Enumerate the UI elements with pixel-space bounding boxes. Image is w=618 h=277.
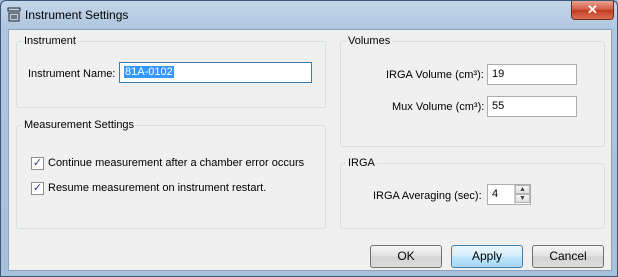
instrument-name-value: 81A-0102: [124, 66, 174, 78]
window-title: Instrument Settings: [25, 8, 129, 22]
cancel-button[interactable]: Cancel: [532, 245, 604, 268]
irga-volume-value: 19: [492, 68, 505, 80]
instrument-name-input[interactable]: 81A-0102: [119, 62, 312, 83]
resume-measurement-checkbox[interactable]: ✓: [31, 182, 44, 195]
measurement-settings-group: Measurement Settings ✓ Continue measurem…: [16, 119, 326, 229]
irga-averaging-value: 4: [492, 188, 499, 200]
dialog-body: Instrument Instrument Name: 81A-0102 Mea…: [8, 29, 612, 271]
irga-group-label: IRGA: [346, 157, 377, 169]
instrument-settings-window: Instrument Settings ✕ Instrument Instrum…: [0, 0, 618, 277]
instrument-group: Instrument Instrument Name: 81A-0102: [16, 35, 326, 108]
resume-measurement-label[interactable]: Resume measurement on instrument restart…: [48, 182, 266, 194]
checkmark-icon: ✓: [32, 182, 43, 194]
volumes-group-label: Volumes: [346, 35, 393, 47]
checkmark-icon: ✓: [32, 157, 43, 169]
instrument-icon: [7, 7, 21, 22]
volumes-group: Volumes IRGA Volume (cm³): 19 Mux Volume…: [340, 35, 605, 147]
apply-button[interactable]: Apply: [451, 245, 523, 268]
ok-button[interactable]: OK: [370, 245, 442, 268]
instrument-name-label: Instrument Name:: [28, 68, 116, 80]
close-icon: ✕: [587, 2, 598, 17]
title-bar[interactable]: Instrument Settings ✕: [1, 1, 617, 29]
mux-volume-value: 55: [492, 100, 505, 112]
spin-up-icon[interactable]: ▲: [515, 185, 530, 194]
instrument-group-label: Instrument: [22, 35, 78, 47]
mux-volume-label: Mux Volume (cm³):: [392, 101, 485, 113]
spin-down-icon[interactable]: ▼: [515, 194, 530, 203]
close-button[interactable]: ✕: [571, 1, 614, 20]
irga-averaging-label: IRGA Averaging (sec):: [373, 190, 482, 202]
continue-measurement-checkbox[interactable]: ✓: [31, 157, 44, 170]
continue-measurement-label[interactable]: Continue measurement after a chamber err…: [48, 157, 304, 169]
irga-averaging-spinner[interactable]: ▲ ▼: [514, 185, 530, 204]
mux-volume-input[interactable]: 55: [487, 96, 577, 117]
measurement-settings-label: Measurement Settings: [22, 119, 137, 131]
irga-volume-label: IRGA Volume (cm³):: [386, 69, 484, 81]
irga-group: IRGA IRGA Averaging (sec): 4 ▲ ▼: [340, 157, 605, 229]
irga-volume-input[interactable]: 19: [487, 64, 577, 85]
